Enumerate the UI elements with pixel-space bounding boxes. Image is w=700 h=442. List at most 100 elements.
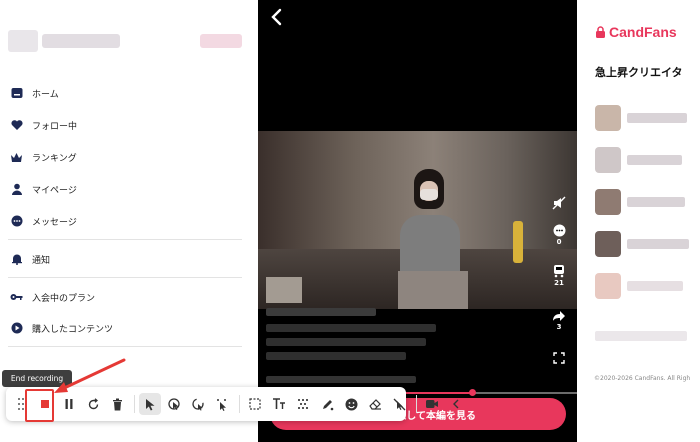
video-player[interactable]: 0 21 3 入して本編を見る: [258, 0, 577, 442]
blurred-video-title: [266, 308, 376, 316]
creator-list-item[interactable]: [595, 230, 695, 258]
mute-button[interactable]: [549, 196, 569, 210]
spotlight-button[interactable]: [187, 393, 209, 415]
text-icon: [273, 398, 285, 409]
blurred-creator-name: [627, 155, 682, 165]
share-arrow-icon: [553, 311, 565, 321]
bell-icon: [10, 253, 23, 266]
restart-button[interactable]: [82, 393, 104, 415]
comment-icon: [553, 224, 565, 237]
blurred-user-badge: [200, 34, 242, 48]
pen-icon: [322, 399, 333, 410]
purchase-count-button[interactable]: 21: [549, 264, 569, 287]
click-highlight-button[interactable]: [163, 393, 185, 415]
pen-tool-button[interactable]: [316, 393, 338, 415]
cart-icon: [554, 265, 564, 278]
avatar: [595, 147, 621, 173]
hide-clicks-button[interactable]: [388, 393, 410, 415]
blur-tool-button[interactable]: [292, 393, 314, 415]
sidebar-item-ranking[interactable]: ランキング: [10, 146, 77, 168]
speaker-muted-icon: [552, 196, 566, 210]
sidebar-item-notifications[interactable]: 通知: [10, 248, 50, 270]
sidebar-item-label: ランキング: [32, 153, 77, 164]
cursor-icon: [145, 398, 154, 410]
chevron-left-icon: [453, 399, 459, 409]
blurred-creator-name: [627, 281, 683, 291]
sidebar-divider: [8, 277, 242, 278]
annotation-arrow-icon: [54, 358, 126, 393]
copyright-text: ©2020-2026 CandFans. All Righ: [594, 375, 691, 382]
brand-logo[interactable]: CandFans: [595, 24, 677, 40]
collapse-toolbar-button[interactable]: [445, 393, 467, 415]
sidebar-item-mypage[interactable]: マイページ: [10, 178, 77, 200]
blurred-link-row: [595, 331, 687, 341]
sidebar-item-home[interactable]: ホーム: [10, 82, 59, 104]
chat-icon: [10, 215, 23, 228]
creator-list-item[interactable]: [595, 272, 695, 300]
user-icon: [10, 183, 23, 196]
heart-icon: [10, 119, 23, 132]
delete-button[interactable]: [106, 393, 128, 415]
sidebar-item-label: メッセージ: [32, 217, 77, 228]
crown-icon: [10, 151, 23, 164]
blurred-video-tags: [266, 376, 416, 383]
sidebar-item-messages[interactable]: メッセージ: [10, 210, 77, 232]
emoji-icon: [345, 398, 357, 410]
lock-logo-icon: [596, 26, 605, 38]
blurred-footer-links: [595, 322, 695, 350]
creator-list-item[interactable]: [595, 188, 695, 216]
comments-button[interactable]: 0: [549, 224, 569, 246]
eraser-icon: [368, 399, 381, 410]
pause-button[interactable]: [58, 393, 80, 415]
sidebar-item-plans[interactable]: 入会中のプラン: [10, 286, 95, 308]
sidebar-item-purchased[interactable]: 購入したコンテンツ: [10, 317, 113, 339]
eraser-tool-button[interactable]: [364, 393, 386, 415]
sidebar-divider: [8, 346, 242, 347]
toolbar-divider: [239, 395, 240, 413]
blur-icon: [298, 399, 308, 409]
video-bottle: [513, 221, 523, 263]
back-arrow-icon[interactable]: [270, 8, 284, 26]
camera-button[interactable]: [421, 393, 443, 415]
restart-icon: [88, 397, 98, 409]
share-button[interactable]: 3: [549, 310, 569, 331]
home-icon: [10, 87, 23, 100]
spotlight-icon: [191, 397, 204, 411]
video-frame: [258, 131, 577, 309]
sidebar-item-label: ホーム: [32, 89, 59, 100]
creator-list-item[interactable]: [595, 146, 695, 174]
emoji-tool-button[interactable]: [340, 393, 362, 415]
brand-name: CandFans: [609, 24, 677, 40]
sidebar-item-label: フォロー中: [32, 121, 78, 132]
video-person-mask: [420, 189, 438, 200]
fullscreen-button[interactable]: [549, 352, 569, 364]
select-area-button[interactable]: [244, 393, 266, 415]
text-tool-button[interactable]: [268, 393, 290, 415]
share-count: 3: [556, 323, 562, 331]
fullscreen-icon: [553, 352, 565, 364]
camera-icon: [426, 400, 438, 408]
blurred-video-description: [266, 352, 406, 360]
hide-clicks-icon: [393, 398, 405, 410]
click-highlight-icon: [167, 397, 180, 410]
purchase-count: 21: [554, 279, 564, 287]
sidebar-item-following[interactable]: フォロー中: [10, 114, 77, 136]
creator-list-item[interactable]: [595, 104, 695, 132]
cursor-tool-button[interactable]: [139, 393, 161, 415]
progress-knob[interactable]: [468, 389, 476, 396]
blurred-creator-name: [627, 239, 689, 249]
magic-cursor-button[interactable]: [211, 393, 233, 415]
select-area-icon: [249, 398, 261, 410]
sidebar-item-label: 通知: [32, 255, 51, 266]
toolbar-divider: [416, 395, 417, 413]
blurred-user-avatar: [8, 30, 38, 52]
mosaic-blur: [266, 277, 302, 303]
avatar: [595, 273, 621, 299]
sidebar-item-label: 入会中のプラン: [32, 293, 96, 304]
pause-icon: [65, 399, 73, 409]
sidebar-item-label: 購入したコンテンツ: [32, 324, 114, 335]
sidebar-item-label: マイページ: [32, 185, 77, 196]
play-icon: [10, 322, 23, 335]
magic-cursor-icon: [216, 398, 226, 411]
mosaic-blur: [398, 271, 468, 309]
